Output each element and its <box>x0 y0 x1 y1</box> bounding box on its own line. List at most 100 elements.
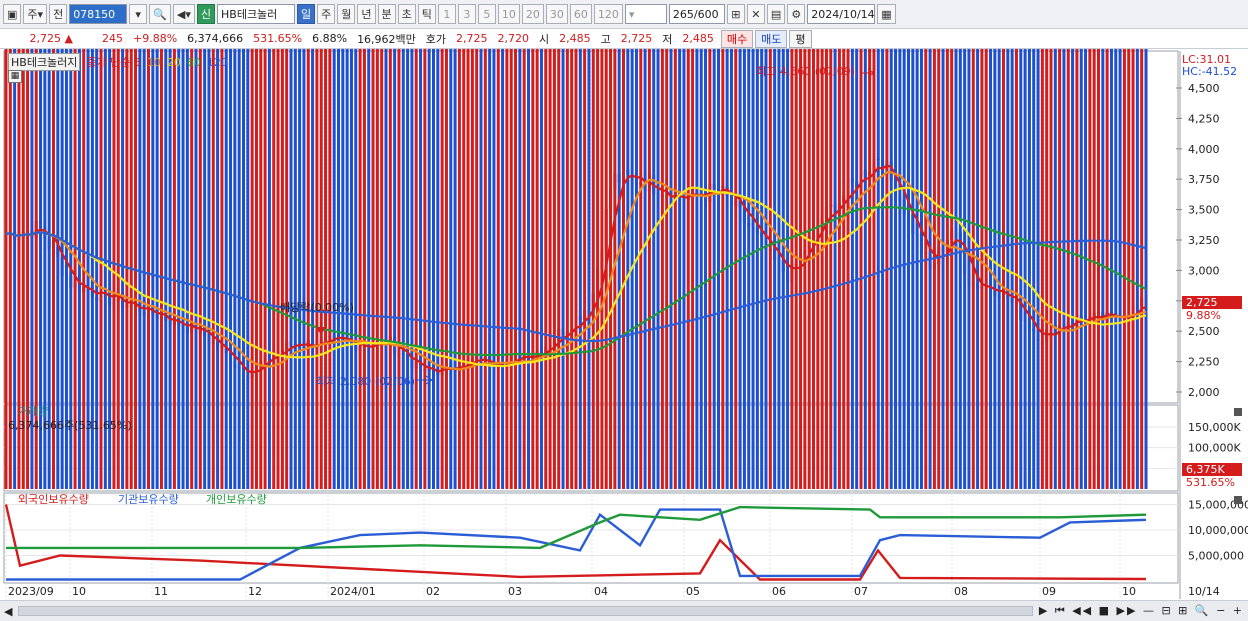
scrollbar[interactable]: ◀ ▶ ⏮ ◀◀ ■ ▶▶ — ⊟ ⊞ 🔍 − + <box>0 600 1248 621</box>
holding-close-icon[interactable] <box>1234 496 1242 504</box>
scroll-track[interactable] <box>18 606 1033 616</box>
prev-button[interactable]: 전 <box>49 4 68 24</box>
legend-stock-name[interactable]: HB테크놀러지 <box>8 53 81 71</box>
candle-body <box>328 336 332 339</box>
interval-20[interactable]: 20 <box>521 4 544 24</box>
candle-body <box>1140 298 1144 307</box>
eval-button[interactable]: 평 <box>789 29 812 48</box>
volume-bar <box>440 49 444 489</box>
code-input[interactable]: 078150 <box>69 4 128 24</box>
interval-60[interactable]: 60 <box>569 4 592 24</box>
volume-bar <box>557 49 561 489</box>
nav-buttons[interactable]: ▶ ⏮ ◀◀ ■ ▶▶ — ⊟ ⊞ 🔍 − + <box>1039 604 1244 618</box>
y-ticks: 4,5004,2504,0003,7503,5003,2503,0002,750… <box>1176 82 1248 563</box>
volume-bar <box>522 49 526 489</box>
interval-input[interactable]: ▾ <box>624 4 667 24</box>
candle-body <box>902 199 906 215</box>
volume-bar <box>902 49 906 489</box>
x-label: 06 <box>772 585 786 598</box>
candle-body <box>773 249 777 260</box>
legend-ma60: 60 <box>186 55 201 69</box>
candle-body <box>185 327 189 333</box>
period-minute[interactable]: 분 <box>377 4 396 24</box>
volume-close-icon[interactable] <box>1234 408 1242 416</box>
interval-10[interactable]: 10 <box>497 4 520 24</box>
volume-bar <box>712 49 716 489</box>
volume-bar <box>259 49 263 489</box>
candle-body <box>941 247 945 252</box>
save-icon[interactable]: ▤ <box>766 4 786 24</box>
count-field[interactable]: 265/600 <box>668 4 725 24</box>
gear-icon[interactable]: ⚙ <box>787 4 806 24</box>
period-month[interactable]: 월 <box>337 4 356 24</box>
interval-120[interactable]: 120 <box>593 4 623 24</box>
volume-bar <box>1118 49 1122 489</box>
buy-button[interactable]: 매수 <box>720 29 754 48</box>
window-icon[interactable]: ▣ <box>3 4 22 24</box>
volume-bar <box>708 49 712 489</box>
volume-bar <box>432 49 435 489</box>
legend-ma5: 종가 단순 5 <box>86 56 141 69</box>
period-day[interactable]: 일 <box>297 4 316 24</box>
volume-bar <box>470 49 474 489</box>
period-week[interactable]: 주 <box>317 4 336 24</box>
type-select[interactable]: 주 ▾ <box>23 4 48 24</box>
candle-body <box>552 339 556 345</box>
volume-title: 거래량 <box>18 405 48 418</box>
volume-bar <box>242 49 245 489</box>
volume-bar <box>349 49 353 489</box>
candle-body <box>64 275 68 277</box>
candle-body <box>302 346 306 348</box>
sell-button[interactable]: 매도 <box>755 29 788 48</box>
volume-bar <box>660 49 664 489</box>
volume-bar <box>622 49 625 489</box>
volume-bar <box>354 49 358 489</box>
candle-body <box>729 196 733 207</box>
scroll-left-icon[interactable]: ◀ <box>4 605 12 618</box>
volume-bar <box>488 49 492 489</box>
date-input[interactable]: 2024/10/14 <box>807 4 876 24</box>
new-badge: 신 <box>196 4 215 24</box>
quote-bar: 2,725 ▲ 245 +9.88% 6,374,666 531.65% 6.8… <box>0 29 1248 49</box>
interval-3[interactable]: 3 <box>457 4 476 24</box>
volume-bar <box>1075 49 1079 489</box>
ask-value: 2,725 <box>456 32 488 45</box>
volume-bar <box>1097 49 1100 489</box>
volume-bar <box>950 49 954 489</box>
candle-body <box>159 315 163 320</box>
candle-body <box>95 297 99 302</box>
x-end-label: 10/14 <box>1188 585 1220 598</box>
interval-1[interactable]: 1 <box>437 4 456 24</box>
interval-5[interactable]: 5 <box>477 4 496 24</box>
candle-body <box>220 347 224 349</box>
period-tick[interactable]: 틱 <box>417 4 436 24</box>
search-icon[interactable]: 🔍 <box>149 4 171 24</box>
volume-bar <box>194 49 198 489</box>
volume-bar <box>293 49 297 489</box>
period-second[interactable]: 초 <box>397 4 416 24</box>
volume-bar <box>509 49 513 489</box>
volume-bar <box>699 49 703 489</box>
period-year[interactable]: 년 <box>357 4 376 24</box>
volume-bar <box>1135 49 1139 489</box>
volume-bar <box>574 49 578 489</box>
volume-tick-label: 100,000K <box>1188 442 1241 455</box>
volume-bar <box>704 49 708 489</box>
x-label: 12 <box>248 585 262 598</box>
interval-30[interactable]: 30 <box>545 4 568 24</box>
chart-area[interactable]: 4,5004,2504,0003,7503,5003,2503,0002,750… <box>0 49 1248 600</box>
candle-body <box>60 257 64 276</box>
speaker-icon[interactable]: ◀▾ <box>172 4 195 24</box>
stock-name-field[interactable]: HB테크놀러 <box>217 4 295 24</box>
candle-body <box>760 233 764 238</box>
chevron-down-icon[interactable]: ▾ <box>129 4 148 24</box>
calculator-icon[interactable]: ▦ <box>8 70 22 83</box>
settings-grid-icon[interactable]: ⊞ <box>726 4 745 24</box>
volume-bar <box>1101 49 1105 489</box>
volume-bar <box>229 49 233 489</box>
volume-bar <box>881 49 885 489</box>
volume-bar <box>717 49 720 489</box>
crosshair-icon[interactable]: ✕ <box>746 4 765 24</box>
volume-bar <box>371 49 375 489</box>
calendar-icon[interactable]: ▦ <box>877 4 896 24</box>
